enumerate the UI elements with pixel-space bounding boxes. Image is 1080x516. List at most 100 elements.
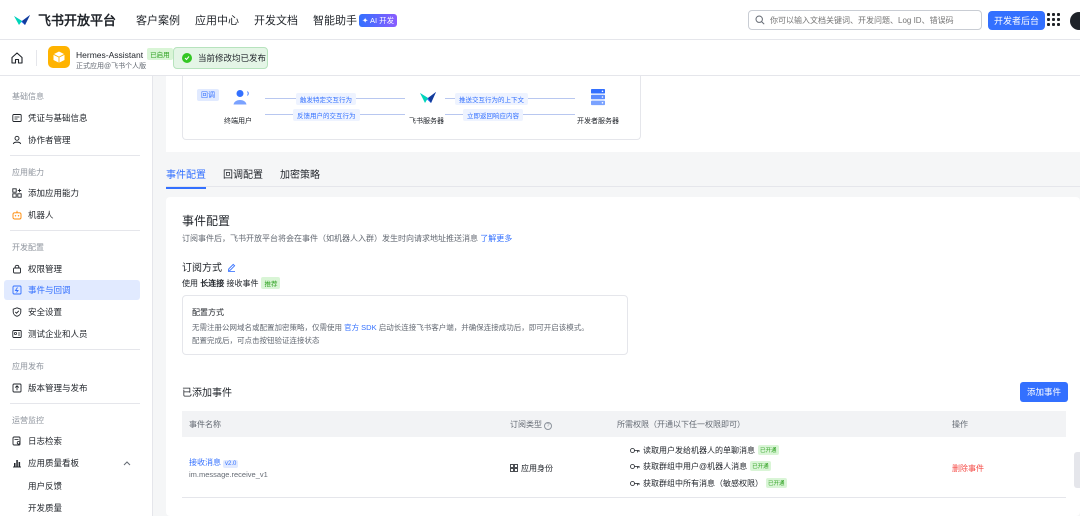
sidebar-item-label: 版本管理与发布 [28,383,88,393]
search-input[interactable] [770,15,980,25]
dev-server-icon [591,89,605,106]
add-event-button[interactable]: 添加事件 [1020,382,1069,402]
sidebar-item-logs[interactable]: 日志检索 [4,431,140,451]
sidebar-item-permissions[interactable]: 权限管理 [4,259,140,279]
permission-item: 获取群组中用户@机器人消息 已开通 [630,461,771,472]
nav-link-cases[interactable]: 客户案例 [136,12,180,28]
search-box[interactable] [748,10,982,30]
app-subtitle: 正式应用@飞书个人版 [76,63,147,70]
event-key: im.message.receive_v1 [189,470,268,479]
home-icon[interactable] [10,51,24,65]
method-suffix: 接收事件 [226,279,259,288]
sidebar-item-test-org[interactable]: 测试企业和人员 [4,324,140,344]
sidebar-item-credentials[interactable]: 凭证与基础信息 [4,108,140,128]
nav-link-assistant-label: 智能助手 [313,14,358,27]
sidebar-subitem-feedback[interactable]: 用户反馈 [28,480,62,492]
subscribe-method-value: 使用 长连接 接收事件 推荐 [182,277,281,289]
recommended-badge: 推荐 [261,277,281,289]
key-icon [630,464,640,469]
divider [36,50,37,66]
delete-event-link[interactable]: 删除事件 [952,463,984,474]
config-method-line-2: 配置完成后，可点击按钮验证连接状态 [192,336,320,345]
publish-status-banner: 当前修改均已发布 [173,47,268,69]
sidebar-item-label: 测试企业和人员 [28,329,88,339]
column-header-type-label: 订阅类型 [510,420,542,429]
log-search-icon [12,436,21,446]
sidebar-item-add-ability[interactable]: 添加应用能力 [4,183,140,203]
nav-link-app-center[interactable]: 应用中心 [195,12,239,28]
permission-status-badge: 已开通 [750,461,771,471]
sidebar-item-label: 机器人 [28,210,54,220]
permission-item: 获取群组中所有消息（敏感权限） 已开通 [630,478,787,489]
learn-more-link[interactable]: 了解更多 [480,234,512,243]
permission-status-badge: 已开通 [758,445,779,455]
sidebar-item-label: 凭证与基础信息 [28,113,88,123]
check-circle-icon [182,53,192,63]
sidebar-item-quality[interactable]: 应用质量看板 [4,453,140,473]
logo-text: 飞书开放平台 [38,13,117,28]
app-grid-icon[interactable] [1047,13,1060,26]
search-icon [755,15,765,25]
key-icon [630,448,640,453]
sidebar-group-release: 应用发布 [12,362,44,371]
divider [10,403,140,404]
feishu-logo-icon [14,14,30,25]
callback-tag: 回调 [197,89,219,101]
sidebar-item-versions[interactable]: 版本管理与发布 [4,378,140,398]
box-icon [53,51,65,63]
sidebar: 基础信息 凭证与基础信息 协作者管理 应用能力 添加应用能力 机器人 开发配置 … [0,76,153,516]
lock-icon [13,264,21,274]
method-prefix: 使用 [182,279,198,288]
publish-status-text: 当前修改均已发布 [198,53,267,63]
flow-node-server: 飞书服务器 [409,118,444,125]
sidebar-item-label: 事件与回调 [28,285,71,295]
sidebar-subitem-dev-quality[interactable]: 开发质量 [28,502,62,514]
help-icon[interactable]: ? [544,422,552,430]
top-navigation: 飞书开放平台 客户案例 应用中心 开发文档 智能助手✦ AI 开发 开发者后台 [0,0,1080,40]
added-events-title: 已添加事件 [182,388,232,399]
table-row: 接收消息 v2.0 im.message.receive_v1 应用身份 读取用户… [182,437,1066,498]
nav-link-docs[interactable]: 开发文档 [254,12,298,28]
avatar[interactable] [1070,12,1080,30]
flow-label-push: 推送交互行为的上下文 [455,93,528,105]
divider [10,155,140,156]
app-icon [48,46,70,68]
subscribe-method-title: 订阅方式 [182,259,236,274]
bar-chart-icon [13,460,21,468]
subscribe-type: 应用身份 [510,463,553,474]
sidebar-item-label: 应用质量看板 [28,458,80,468]
permission-label: 获取群组中所有消息（敏感权限） [643,479,763,488]
tabs-divider [166,186,1080,187]
divider [10,230,140,231]
method-name: 长连接 [200,279,225,288]
sidebar-item-events[interactable]: 事件与回调 [4,280,140,300]
logo[interactable]: 飞书开放平台 [12,10,116,29]
section-title: 事件配置 [182,214,231,228]
user-icon [12,135,22,145]
nav-link-assistant[interactable]: 智能助手 ✦ AI 开发 [313,12,398,28]
sidebar-item-label: 日志检索 [28,436,63,446]
edit-icon[interactable] [227,263,236,272]
config-method-title: 配置方式 [192,308,224,317]
config-method-box: 配置方式 无需注册公网域名或配置加密策略，仅需使用 官方 SDK 启动长连接飞书… [182,295,628,355]
events-table-header: 事件名称 订阅类型? 所需权限（开通以下任一权限即可） 操作 [182,411,1066,437]
flow-label-trigger: 触发特定交互行为 [296,93,356,105]
apps-add-icon [12,188,22,198]
flow-node-end-user: 终端用户 [224,118,252,125]
sidebar-item-collaborators[interactable]: 协作者管理 [4,130,140,150]
chevron-up-icon[interactable] [123,460,131,466]
sidebar-item-security[interactable]: 安全设置 [4,302,140,322]
developer-console-button[interactable]: 开发者后台 [988,11,1046,30]
column-header-ops: 操作 [952,420,968,429]
app-name-text: Hermes-Assistant [76,50,144,60]
sidebar-item-label: 添加应用能力 [28,188,80,198]
config-text-a: 无需注册公网域名或配置加密策略，仅需使用 [192,323,342,332]
sidebar-item-label: 权限管理 [28,264,63,274]
sidebar-item-bot[interactable]: 机器人 [4,205,140,225]
feishu-server-icon [420,92,436,103]
robot-icon [12,210,22,220]
official-sdk-link[interactable]: 官方 SDK [344,323,377,332]
side-panel-handle[interactable] [1074,452,1080,488]
config-text-b: 启动长连接飞书客户端，并确保连接成功后，即可开启该模式。 [378,323,589,332]
event-name[interactable]: 接收消息 v2.0 [189,457,239,468]
